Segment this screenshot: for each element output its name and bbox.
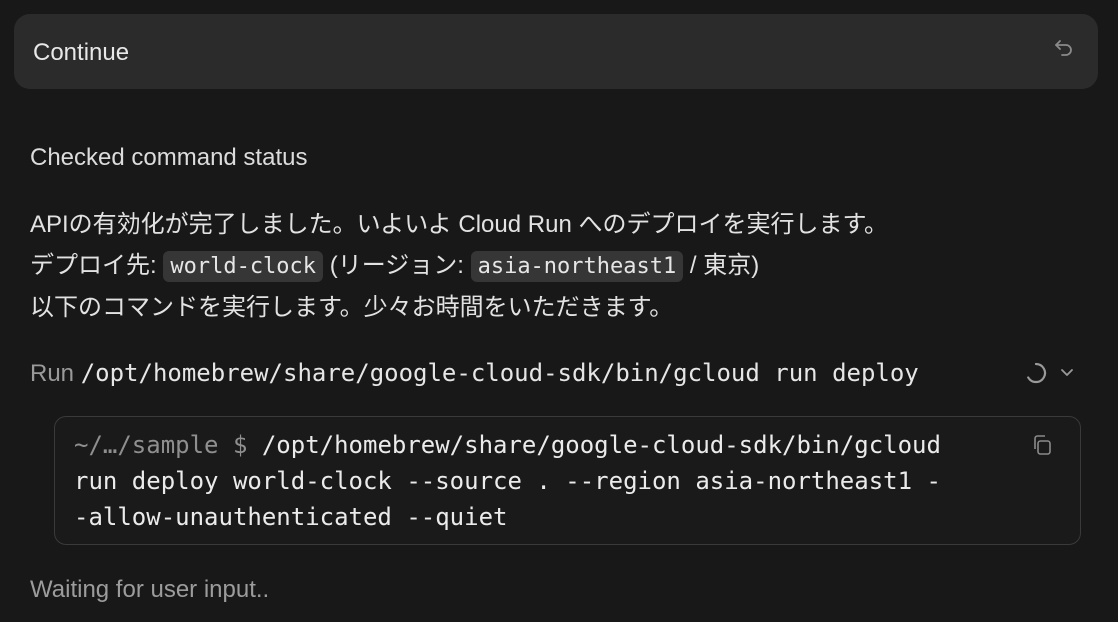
terminal-line-2: run deploy world-clock --source . --regi… — [74, 467, 941, 495]
terminal-command-block: ~/…/sample $ /opt/homebrew/share/google-… — [54, 416, 1081, 545]
command-status-line: Checked command status — [30, 144, 308, 171]
chevron-down-icon[interactable] — [1058, 363, 1076, 381]
spinner-icon — [1027, 362, 1047, 384]
run-step-header[interactable]: Run /opt/homebrew/share/google-cloud-sdk… — [30, 356, 1090, 390]
terminal-command-text: ~/…/sample $ /opt/homebrew/share/google-… — [74, 427, 1034, 535]
region-suffix: / 東京) — [683, 252, 760, 279]
terminal-line-1: ~/…/sample $ /opt/homebrew/share/google-… — [74, 427, 1034, 463]
assistant-line-3: 以下のコマンドを実行します。少々お時間をいただきます。 — [30, 294, 674, 321]
undo-icon[interactable] — [1052, 36, 1076, 60]
user-message-bubble: Continue — [14, 14, 1098, 89]
region-label: (リージョン: — [323, 252, 471, 279]
waiting-status: Waiting for user input.. — [30, 576, 270, 603]
terminal-prompt: ~/…/sample $ — [74, 431, 262, 459]
assistant-message: APIの有効化が完了しました。いよいよ Cloud Run へのデプロイを実行し… — [30, 204, 888, 328]
deploy-target-label: デプロイ先: — [30, 252, 164, 279]
assistant-line-2: デプロイ先: world-clock (リージョン: asia-northeas… — [30, 245, 888, 287]
region-chip: asia-northeast1 — [470, 251, 684, 282]
assistant-line-1: APIの有効化が完了しました。いよいよ Cloud Run へのデプロイを実行し… — [30, 211, 889, 238]
copy-icon[interactable] — [1030, 433, 1054, 457]
service-name-chip: world-clock — [163, 251, 324, 282]
run-label: Run — [30, 360, 75, 387]
terminal-command-part-1: /opt/homebrew/share/google-cloud-sdk/bin… — [261, 431, 941, 459]
run-command: /opt/homebrew/share/google-cloud-sdk/bin… — [80, 359, 919, 387]
user-message-text: Continue — [33, 39, 130, 66]
terminal-line-3: -allow-unauthenticated --quiet — [74, 503, 508, 531]
